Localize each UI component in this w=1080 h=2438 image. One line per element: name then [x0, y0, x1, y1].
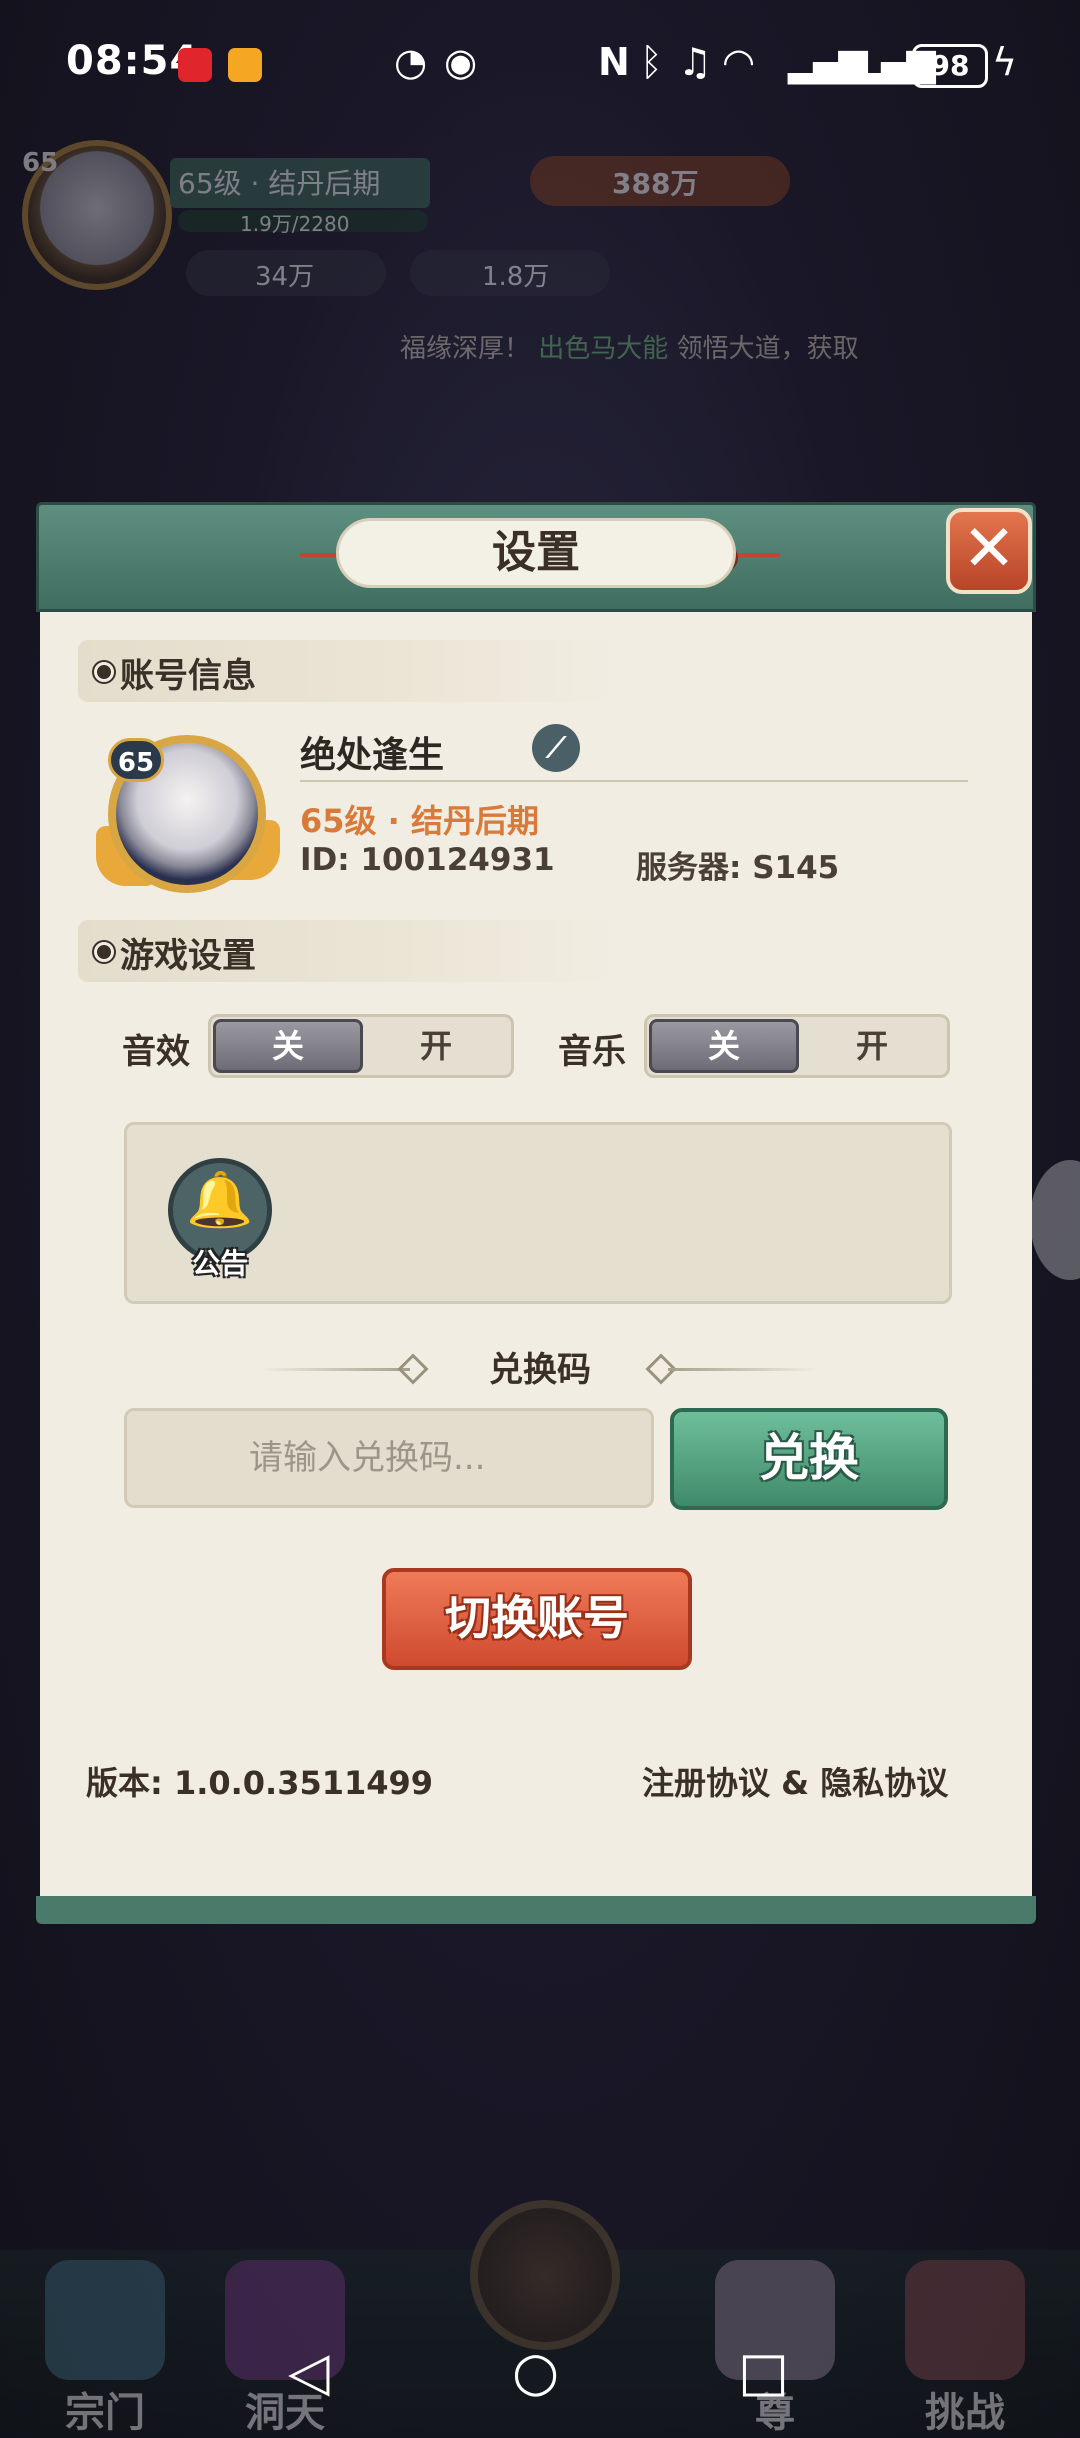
ornament-line-right	[668, 1368, 818, 1371]
nav-sect[interactable]: 宗门	[30, 2260, 180, 2438]
nav-sect-label: 宗门	[65, 2390, 145, 2436]
player-level: 65级 · 结丹后期	[300, 802, 539, 840]
name-divider	[300, 780, 968, 782]
sound-label: 音效	[122, 1032, 190, 1072]
version-text: 版本: 1.0.0.3511499	[86, 1764, 434, 1802]
nav-cave[interactable]: 洞天	[210, 2260, 360, 2438]
music-toggle[interactable]: 关 开	[644, 1014, 950, 1078]
redeem-title: 兑换码	[489, 1350, 591, 1390]
back-icon[interactable]: ◁	[288, 2340, 330, 2403]
recents-icon[interactable]: □	[738, 2340, 789, 2403]
section-bullet-icon	[94, 662, 114, 682]
agreements-link[interactable]: 注册协议 & 隐私协议	[642, 1758, 948, 1804]
mute-icon: ♫	[678, 40, 713, 84]
hud-level: 65	[22, 148, 59, 178]
redeem-code-input[interactable]: 请输入兑换码...	[124, 1408, 654, 1508]
game-section-title: 游戏设置	[120, 936, 256, 976]
hud-xp: 1.9万/2280	[240, 212, 350, 236]
nav-challenge-label: 挑战	[925, 2390, 1005, 2436]
close-button[interactable]: ✕	[946, 508, 1032, 594]
ticker-player: 出色马大能	[538, 334, 669, 364]
bluetooth-icon: ᛒ	[640, 40, 663, 84]
sound-on-option[interactable]: 开	[363, 1019, 509, 1073]
close-icon: ✕	[962, 512, 1016, 586]
ticker-prefix: 福缘深厚！	[400, 334, 531, 364]
bell-icon: 🔔	[186, 1168, 254, 1231]
player-name: 绝处逢生	[300, 735, 445, 776]
rank-badge-icon[interactable]: ⟋	[532, 724, 580, 772]
ticker-suffix: 领悟大道，获取	[676, 334, 859, 364]
home-icon[interactable]: ○	[512, 2340, 559, 2403]
signal-icon: ▂▄▆	[788, 40, 868, 84]
hud-coins: 1.8万	[482, 262, 550, 292]
avatar-level-badge: 65	[108, 738, 164, 782]
redeem-button[interactable]: 兑换	[670, 1408, 948, 1510]
section-bullet-icon	[94, 942, 114, 962]
account-section-title: 账号信息	[120, 656, 256, 696]
wifi-icon: ◠	[722, 40, 756, 84]
switch-account-button[interactable]: 切换账号	[382, 1568, 692, 1670]
nfc-lock-icon: ◔	[394, 40, 428, 84]
status-bar: 08:54 ◔ ◉ N ᛒ ♫ ◠ ▂▄▆ ▂▄▆ 98 ϟ	[0, 0, 1080, 130]
eye-icon: ◉	[444, 40, 478, 84]
charging-icon: ϟ	[992, 40, 1018, 84]
music-on-option[interactable]: 开	[799, 1019, 945, 1073]
player-server: 服务器: S145	[636, 850, 840, 886]
nfc-icon: N	[598, 40, 630, 84]
nav-challenge[interactable]: 挑战	[890, 2260, 1040, 2438]
sound-toggle[interactable]: 关 开	[208, 1014, 514, 1078]
music-off-option[interactable]: 关	[649, 1019, 799, 1073]
sect-icon	[45, 2260, 165, 2380]
hud-power: 388万	[612, 167, 699, 200]
hud-gems: 34万	[255, 262, 315, 292]
meituan-app-icon	[228, 48, 262, 82]
battery-indicator: 98	[912, 44, 988, 88]
music-label: 音乐	[558, 1032, 626, 1072]
nav-center-button[interactable]	[470, 2200, 620, 2350]
hud-ticker: 福缘深厚！ 出色马大能 领悟大道，获取	[400, 328, 859, 365]
side-widget[interactable]	[1030, 1160, 1080, 1280]
dialog-title: 设置	[336, 518, 736, 588]
notice-label: 公告	[191, 1247, 248, 1280]
xiaohongshu-app-icon	[178, 48, 212, 82]
player-id: ID: 100124931	[300, 842, 555, 878]
dialog-footer	[36, 1896, 1036, 1924]
challenge-icon	[905, 2260, 1025, 2380]
ornament-line-left	[260, 1368, 410, 1371]
nav-cave-label: 洞天	[245, 2390, 325, 2436]
sound-off-option[interactable]: 关	[213, 1019, 363, 1073]
hud-name: 65级 · 结丹后期	[178, 167, 381, 200]
